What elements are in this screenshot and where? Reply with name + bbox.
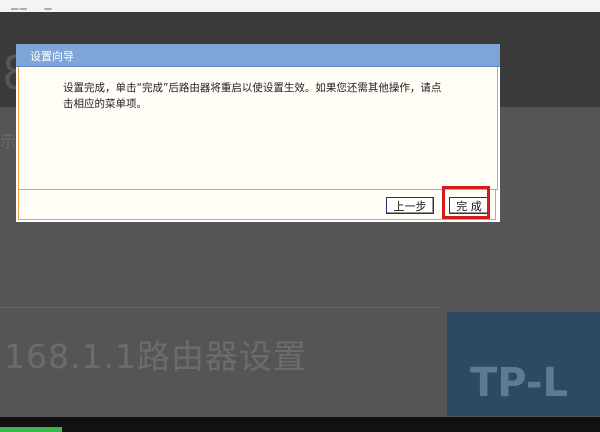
dialog-footer: 上一步 完 成 [18,190,496,220]
bottom-bar [0,417,600,432]
dialog-message: 设置完成，单击“完成”后路由器将重启以使设置生效。如果您还需其他操作，请点击相应… [63,82,442,110]
dialog-title: 设置向导 [30,50,74,63]
previous-step-button[interactable]: 上一步 [386,197,434,214]
top-strip-glyphs: ' ̲ ̲ ' ̲ [6,0,56,10]
dialog-header: 设置向导 [16,44,500,67]
setup-wizard-dialog: 设置向导 设置完成，单击“完成”后路由器将重启以使设置生效。如果您还需其他操作，… [16,44,500,222]
brand-logo-text: TP-L [470,360,568,406]
page-title: 168.1.1路由器设置 [4,337,307,376]
bottom-progress-accent [0,427,62,432]
top-strip: ' ̲ ̲ ' ̲ [0,0,600,12]
finish-button-highlight [442,186,490,219]
side-text: 示 [0,132,17,151]
divider [0,307,440,308]
